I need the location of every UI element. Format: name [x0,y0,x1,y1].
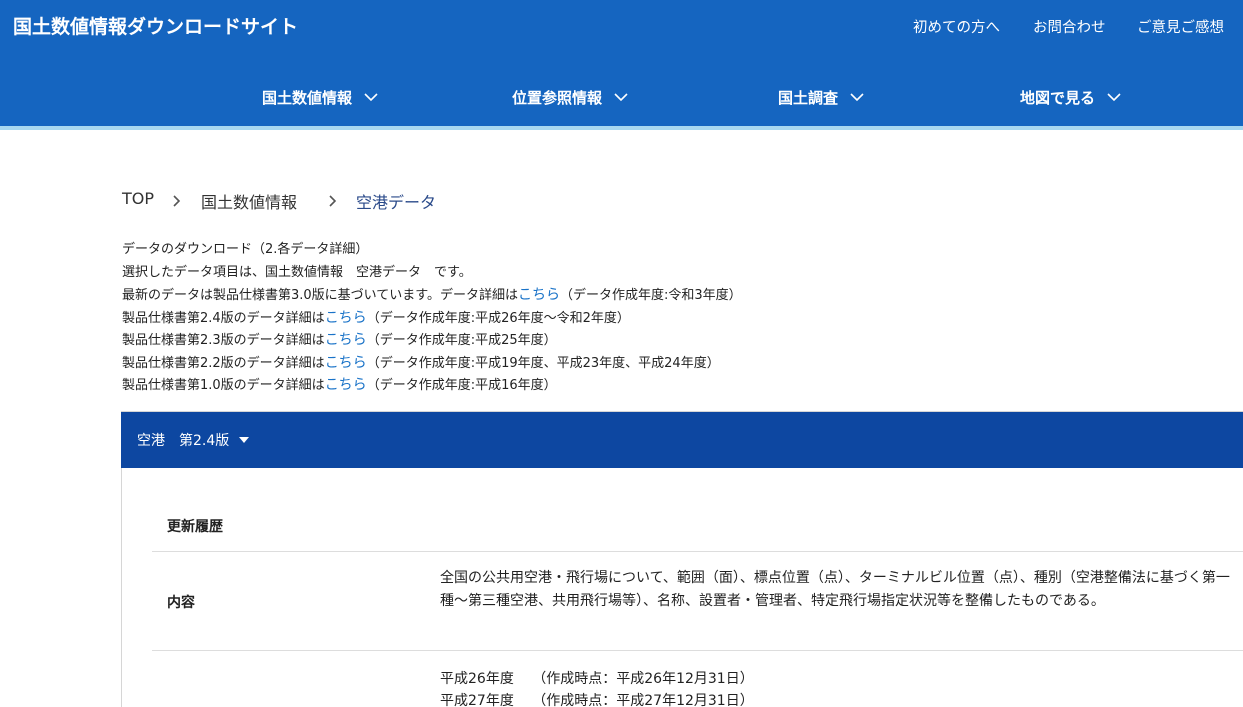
chevron-down-icon [614,92,628,101]
info-text: （データ作成年度:平成19年度、平成23年度、平成24年度） [366,356,720,371]
detail-link-v10[interactable]: こちら [325,377,367,393]
detail-link-v23[interactable]: こちら [325,332,367,348]
contact-link[interactable]: お問合わせ [1033,16,1106,37]
nav-label: 国土数値情報 [262,88,353,107]
panel-title: 空港 第2.4版 [137,430,250,450]
nav-label: 国土調査 [778,88,839,107]
breadcrumb-current: 空港データ [356,193,437,212]
info-line-v23: 製品仕様書第2.3版のデータ詳細はこちら（データ作成年度:平成25年度） [122,329,557,352]
nav-chizu[interactable]: 地図で見る [1020,86,1121,108]
nav-kokudo-suuchi[interactable]: 国土数値情報 [262,86,378,108]
info-line-v10: 製品仕様書第1.0版のデータ詳細はこちら（データ作成年度:平成16年度） [122,374,557,397]
version-panel-toggle[interactable]: 空港 第2.4版 [121,412,1243,468]
info-text: 製品仕様書第2.2版のデータ詳細は [122,356,325,371]
info-line-v24: 製品仕様書第2.4版のデータ詳細はこちら（データ作成年度:平成26年度～令和2年… [122,307,630,330]
nav-ichi-sansho[interactable]: 位置参照情報 [512,86,628,108]
chevron-down-icon [1107,92,1121,101]
row-divider [152,650,1243,651]
content-text: 全国の公共用空港・飛行場について、範囲（面）、標点位置（点）、ターミナルビル位置… [440,570,1230,609]
chevron-right-icon [329,195,337,207]
chevron-down-icon [850,92,864,101]
info-text: （データ作成年度:平成26年度～令和2年度） [366,311,630,326]
info-text: 製品仕様書第2.4版のデータ詳細は [122,311,325,326]
info-text: 製品仕様書第1.0版のデータ詳細は [122,378,325,393]
nav-label: 地図で見る [1020,88,1096,107]
detail-link-v3[interactable]: こちら [518,287,560,303]
history-label: 更新履歴 [167,519,223,535]
breadcrumb-top[interactable]: TOP [122,189,154,208]
info-text: 最新のデータは製品仕様書第3.0版に基づいています。データ詳細は [122,288,518,303]
info-line-title: データのダウンロード（2.各データ詳細） [122,242,369,257]
row-divider [152,551,1243,552]
site-title[interactable]: 国土数値情報ダウンロードサイト [13,12,298,39]
caret-down-icon [239,437,250,443]
info-text: （データ作成年度:令和3年度） [560,288,742,303]
nav-kokudo-chousa[interactable]: 国土調査 [778,86,864,108]
header-underline [0,126,1243,130]
history-entry: 平成27年度 （作成時点：平成27年12月31日） [440,693,754,707]
panel-title-text: 空港 第2.4版 [137,433,230,449]
chevron-down-icon [364,92,378,101]
info-line-selected: 選択したデータ項目は、国土数値情報 空港データ です。 [122,265,472,280]
info-line-v22: 製品仕様書第2.2版のデータ詳細はこちら（データ作成年度:平成19年度、平成23… [122,352,720,375]
detail-link-v22[interactable]: こちら [325,355,367,371]
info-line-latest: 最新のデータは製品仕様書第3.0版に基づいています。データ詳細はこちら（データ作… [122,284,742,307]
info-text: （データ作成年度:平成25年度） [366,333,557,348]
chevron-right-icon [173,195,181,207]
nav-label: 位置参照情報 [512,88,603,107]
info-text: （データ作成年度:平成16年度） [366,378,557,393]
history-entry: 平成26年度 （作成時点：平成26年12月31日） [440,671,754,687]
content-label: 内容 [167,595,195,611]
feedback-link[interactable]: ご意見ご感想 [1137,16,1224,37]
info-text: 製品仕様書第2.3版のデータ詳細は [122,333,325,348]
detail-link-v24[interactable]: こちら [325,310,367,326]
breadcrumb-kokudo-suuchi[interactable]: 国土数値情報 [201,189,297,213]
first-time-link[interactable]: 初めての方へ [913,16,1000,37]
